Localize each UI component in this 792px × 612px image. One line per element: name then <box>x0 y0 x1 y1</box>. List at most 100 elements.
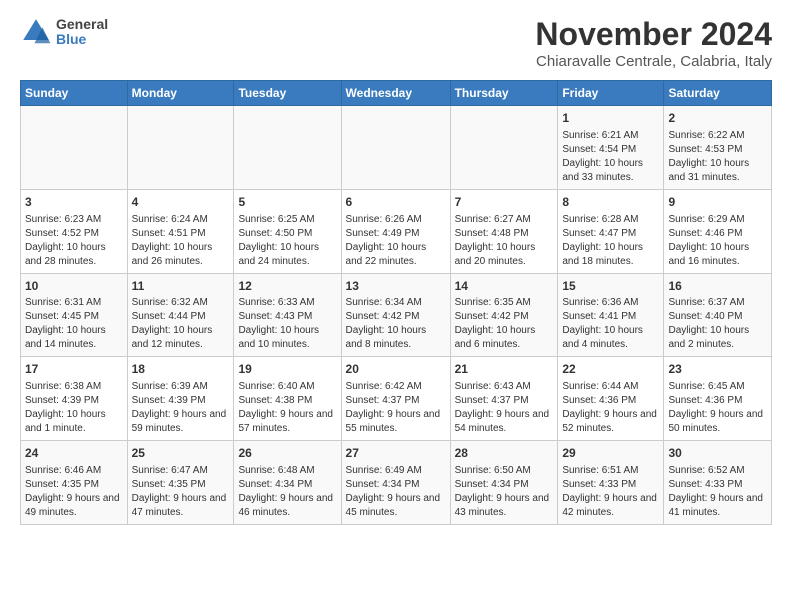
day-cell <box>450 106 558 190</box>
day-detail: Sunrise: 6:29 AM Sunset: 4:46 PM Dayligh… <box>668 213 767 269</box>
col-header-saturday: Saturday <box>664 81 772 106</box>
col-header-sunday: Sunday <box>21 81 128 106</box>
day-detail: Sunrise: 6:24 AM Sunset: 4:51 PM Dayligh… <box>132 213 230 269</box>
calendar-header-row: SundayMondayTuesdayWednesdayThursdayFrid… <box>21 81 772 106</box>
day-cell <box>127 106 234 190</box>
day-cell: 28Sunrise: 6:50 AM Sunset: 4:34 PM Dayli… <box>450 441 558 525</box>
day-cell <box>21 106 128 190</box>
day-cell: 26 Sunrise: 6:48 AM Sunset: 4:34 PM Dayli… <box>234 441 341 525</box>
day-number: 28 <box>455 445 554 462</box>
day-cell: 15Sunrise: 6:36 AM Sunset: 4:41 PM Dayli… <box>558 273 664 357</box>
day-cell: 18 Sunrise: 6:39 AM Sunset: 4:39 PM Dayli… <box>127 357 234 441</box>
day-cell: 3 Sunrise: 6:23 AM Sunset: 4:52 PM Daylig… <box>21 189 128 273</box>
col-header-wednesday: Wednesday <box>341 81 450 106</box>
day-number: 11 <box>132 278 230 295</box>
day-number: 12 <box>238 278 336 295</box>
day-number: 25 <box>132 445 230 462</box>
day-number: 2 <box>668 110 767 127</box>
day-number: 14 <box>455 278 554 295</box>
day-detail: Sunrise: 6:51 AM Sunset: 4:33 PM Dayligh… <box>562 464 659 520</box>
day-cell: 6 Sunrise: 6:26 AM Sunset: 4:49 PM Daylig… <box>341 189 450 273</box>
day-cell: 24 Sunrise: 6:46 AM Sunset: 4:35 PM Dayli… <box>21 441 128 525</box>
day-cell <box>234 106 341 190</box>
week-row-5: 24 Sunrise: 6:46 AM Sunset: 4:35 PM Dayli… <box>21 441 772 525</box>
day-detail: Sunrise: 6:25 AM Sunset: 4:50 PM Dayligh… <box>238 213 336 269</box>
day-number: 15 <box>562 278 659 295</box>
day-cell: 8 Sunrise: 6:28 AM Sunset: 4:47 PM Daylig… <box>558 189 664 273</box>
page: General Blue November 2024 Chiaravalle C… <box>0 0 792 537</box>
day-cell: 21 Sunrise: 6:43 AM Sunset: 4:37 PM Dayli… <box>450 357 558 441</box>
day-number: 6 <box>346 194 446 211</box>
day-detail: Sunrise: 6:28 AM Sunset: 4:47 PM Dayligh… <box>562 213 659 269</box>
day-number: 26 <box>238 445 336 462</box>
day-detail: Sunrise: 6:32 AM Sunset: 4:44 PM Dayligh… <box>132 296 230 352</box>
day-detail: Sunrise: 6:45 AM Sunset: 4:36 PM Dayligh… <box>668 380 767 436</box>
day-number: 3 <box>25 194 123 211</box>
day-detail: Sunrise: 6:46 AM Sunset: 4:35 PM Dayligh… <box>25 464 123 520</box>
day-detail: Sunrise: 6:49 AM Sunset: 4:34 PM Dayligh… <box>346 464 446 520</box>
day-detail: Sunrise: 6:39 AM Sunset: 4:39 PM Dayligh… <box>132 380 230 436</box>
day-number: 13 <box>346 278 446 295</box>
week-row-3: 10Sunrise: 6:31 AM Sunset: 4:45 PM Dayli… <box>21 273 772 357</box>
day-detail: Sunrise: 6:34 AM Sunset: 4:42 PM Dayligh… <box>346 296 446 352</box>
logo-text: General Blue <box>56 17 108 48</box>
day-number: 5 <box>238 194 336 211</box>
day-detail: Sunrise: 6:43 AM Sunset: 4:37 PM Dayligh… <box>455 380 554 436</box>
day-detail: Sunrise: 6:33 AM Sunset: 4:43 PM Dayligh… <box>238 296 336 352</box>
day-number: 24 <box>25 445 123 462</box>
day-cell: 20Sunrise: 6:42 AM Sunset: 4:37 PM Dayli… <box>341 357 450 441</box>
col-header-monday: Monday <box>127 81 234 106</box>
day-cell: 2 Sunrise: 6:22 AM Sunset: 4:53 PM Daylig… <box>664 106 772 190</box>
day-cell: 17 Sunrise: 6:38 AM Sunset: 4:39 PM Dayli… <box>21 357 128 441</box>
logo-general: General <box>56 17 108 32</box>
day-detail: Sunrise: 6:37 AM Sunset: 4:40 PM Dayligh… <box>668 296 767 352</box>
day-detail: Sunrise: 6:23 AM Sunset: 4:52 PM Dayligh… <box>25 213 123 269</box>
day-number: 17 <box>25 361 123 378</box>
day-detail: Sunrise: 6:52 AM Sunset: 4:33 PM Dayligh… <box>668 464 767 520</box>
day-detail: Sunrise: 6:38 AM Sunset: 4:39 PM Dayligh… <box>25 380 123 436</box>
day-cell: 19 Sunrise: 6:40 AM Sunset: 4:38 PM Dayli… <box>234 357 341 441</box>
day-number: 8 <box>562 194 659 211</box>
day-detail: Sunrise: 6:26 AM Sunset: 4:49 PM Dayligh… <box>346 213 446 269</box>
day-cell: 16Sunrise: 6:37 AM Sunset: 4:40 PM Dayli… <box>664 273 772 357</box>
day-number: 21 <box>455 361 554 378</box>
title-block: November 2024 Chiaravalle Centrale, Cala… <box>535 16 772 70</box>
day-cell: 12Sunrise: 6:33 AM Sunset: 4:43 PM Dayli… <box>234 273 341 357</box>
day-number: 29 <box>562 445 659 462</box>
day-cell: 22Sunrise: 6:44 AM Sunset: 4:36 PM Dayli… <box>558 357 664 441</box>
week-row-2: 3 Sunrise: 6:23 AM Sunset: 4:52 PM Daylig… <box>21 189 772 273</box>
day-detail: Sunrise: 6:47 AM Sunset: 4:35 PM Dayligh… <box>132 464 230 520</box>
day-detail: Sunrise: 6:22 AM Sunset: 4:53 PM Dayligh… <box>668 129 767 185</box>
day-number: 18 <box>132 361 230 378</box>
day-cell: 10Sunrise: 6:31 AM Sunset: 4:45 PM Dayli… <box>21 273 128 357</box>
day-number: 20 <box>346 361 446 378</box>
day-detail: Sunrise: 6:40 AM Sunset: 4:38 PM Dayligh… <box>238 380 336 436</box>
day-cell: 27Sunrise: 6:49 AM Sunset: 4:34 PM Dayli… <box>341 441 450 525</box>
day-detail: Sunrise: 6:31 AM Sunset: 4:45 PM Dayligh… <box>25 296 123 352</box>
col-header-tuesday: Tuesday <box>234 81 341 106</box>
day-number: 23 <box>668 361 767 378</box>
col-header-friday: Friday <box>558 81 664 106</box>
day-detail: Sunrise: 6:35 AM Sunset: 4:42 PM Dayligh… <box>455 296 554 352</box>
day-number: 22 <box>562 361 659 378</box>
page-subtitle: Chiaravalle Centrale, Calabria, Italy <box>535 53 772 70</box>
day-cell: 25 Sunrise: 6:47 AM Sunset: 4:35 PM Dayli… <box>127 441 234 525</box>
day-number: 4 <box>132 194 230 211</box>
day-cell: 5 Sunrise: 6:25 AM Sunset: 4:50 PM Daylig… <box>234 189 341 273</box>
day-number: 7 <box>455 194 554 211</box>
day-number: 9 <box>668 194 767 211</box>
day-cell: 9 Sunrise: 6:29 AM Sunset: 4:46 PM Daylig… <box>664 189 772 273</box>
day-number: 10 <box>25 278 123 295</box>
col-header-thursday: Thursday <box>450 81 558 106</box>
calendar-table: SundayMondayTuesdayWednesdayThursdayFrid… <box>20 80 772 525</box>
day-number: 16 <box>668 278 767 295</box>
day-detail: Sunrise: 6:21 AM Sunset: 4:54 PM Dayligh… <box>562 129 659 185</box>
day-cell: 4 Sunrise: 6:24 AM Sunset: 4:51 PM Daylig… <box>127 189 234 273</box>
day-detail: Sunrise: 6:48 AM Sunset: 4:34 PM Dayligh… <box>238 464 336 520</box>
week-row-1: 1 Sunrise: 6:21 AM Sunset: 4:54 PM Daylig… <box>21 106 772 190</box>
day-cell: 11Sunrise: 6:32 AM Sunset: 4:44 PM Dayli… <box>127 273 234 357</box>
logo-icon <box>20 16 52 48</box>
day-number: 19 <box>238 361 336 378</box>
day-cell: 1 Sunrise: 6:21 AM Sunset: 4:54 PM Daylig… <box>558 106 664 190</box>
day-number: 1 <box>562 110 659 127</box>
